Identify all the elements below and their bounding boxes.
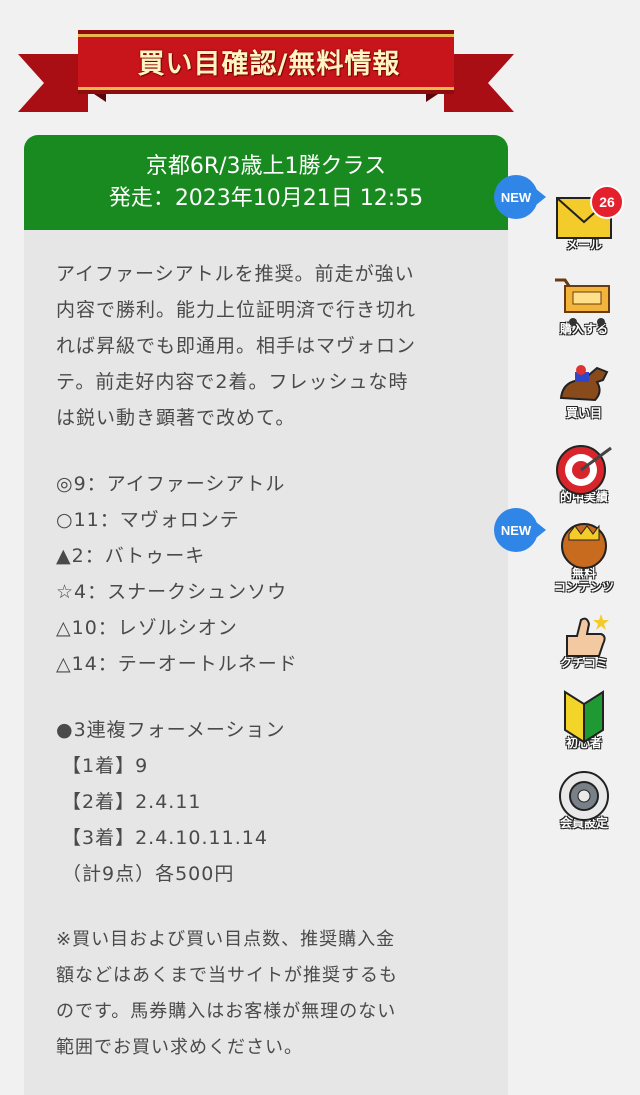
mail-count-badge: 26: [590, 185, 624, 219]
new-badge-mail: NEW: [494, 175, 546, 219]
formation-row: 【3着】2.4.10.11.14: [62, 827, 268, 849]
menu-member-settings[interactable]: 会員設定: [548, 768, 620, 844]
target-icon: [551, 442, 617, 498]
cart-icon: [551, 274, 617, 330]
race-header: 京都6R/3歳上1勝クラス 発走：2023年10月21日 12:55: [24, 135, 508, 230]
beginner-mark-icon: [551, 688, 617, 744]
race-info-card: 京都6R/3歳上1勝クラス 発走：2023年10月21日 12:55 アイファー…: [24, 135, 508, 1095]
crown-icon: [551, 520, 617, 576]
comment-line: アイファーシアトルを推奨。前走が強い: [56, 263, 415, 285]
formation-row: 【2着】2.4.11: [62, 791, 202, 813]
formation-title: ●3連複フォーメーション: [56, 719, 286, 741]
pick-item: ▲2：バトゥーキ: [56, 545, 206, 567]
menu-picks[interactable]: 買い目: [548, 358, 620, 434]
menu-label-line: コンテンツ: [553, 580, 614, 594]
menu-reviews[interactable]: クチコミ: [548, 608, 620, 684]
race-body: アイファーシアトルを推奨。前走が強い 内容で勝利。能力上位証明済で行き切れ れば…: [24, 230, 508, 1066]
formation-block: ●3連複フォーメーション 【1着】9 【2着】2.4.11 【3着】2.4.10…: [56, 712, 478, 892]
thumbs-up-icon: [551, 608, 617, 664]
comment-text: アイファーシアトルを推奨。前走が強い 内容で勝利。能力上位証明済で行き切れ れば…: [56, 256, 478, 436]
formation-total: （計9点）各500円: [62, 863, 235, 885]
menu-results[interactable]: 的中実績: [548, 442, 620, 518]
pick-item: △14：テーオートルネード: [56, 653, 298, 675]
title-ribbon: 買い目確認/無料情報: [18, 26, 514, 118]
comment-line: テ。前走好内容で2着。フレッシュな時: [56, 371, 409, 393]
comment-line: 内容で勝利。能力上位証明済で行き切れ: [56, 299, 417, 321]
note-line: のです。馬券購入はお客様が無理のない: [56, 1001, 397, 1022]
picks-list: ◎9：アイファーシアトル ○11：マヴォロンテ ▲2：バトゥーキ ☆4：スナーク…: [56, 466, 478, 682]
pick-item: ☆4：スナークシュンソウ: [56, 581, 288, 603]
pick-item: ◎9：アイファーシアトル: [56, 473, 286, 495]
comment-line: は鋭い動き顕著で改めて。: [56, 407, 296, 429]
formation-row: 【1着】9: [62, 755, 149, 777]
pick-item: △10：レゾルシオン: [56, 617, 238, 639]
note-line: ※買い目および買い目点数、推奨購入金: [56, 929, 396, 950]
race-start-time: 発走：2023年10月21日 12:55: [108, 185, 424, 211]
note-line: 範囲でお買い求めください。: [56, 1037, 303, 1058]
note-line: 額などはあくまで当サイトが推奨するも: [56, 965, 398, 986]
horse-icon: [551, 358, 617, 414]
settings-icon: [551, 768, 617, 824]
menu-beginner[interactable]: 初心者: [548, 688, 620, 764]
menu-free-content[interactable]: 無料 コンテンツ: [548, 520, 620, 596]
disclaimer-note: ※買い目および買い目点数、推奨購入金 額などはあくまで当サイトが推奨するも ので…: [56, 922, 478, 1066]
ribbon-title: 買い目確認/無料情報: [137, 48, 401, 80]
race-title: 京都6R/3歳上1勝クラス: [145, 153, 387, 179]
pick-item: ○11：マヴォロンテ: [56, 509, 240, 531]
comment-line: れば昇級でも即通用。相手はマヴォロン: [56, 335, 417, 357]
menu-purchase[interactable]: 購入する: [548, 274, 620, 350]
new-badge-free-content: NEW: [494, 508, 546, 552]
